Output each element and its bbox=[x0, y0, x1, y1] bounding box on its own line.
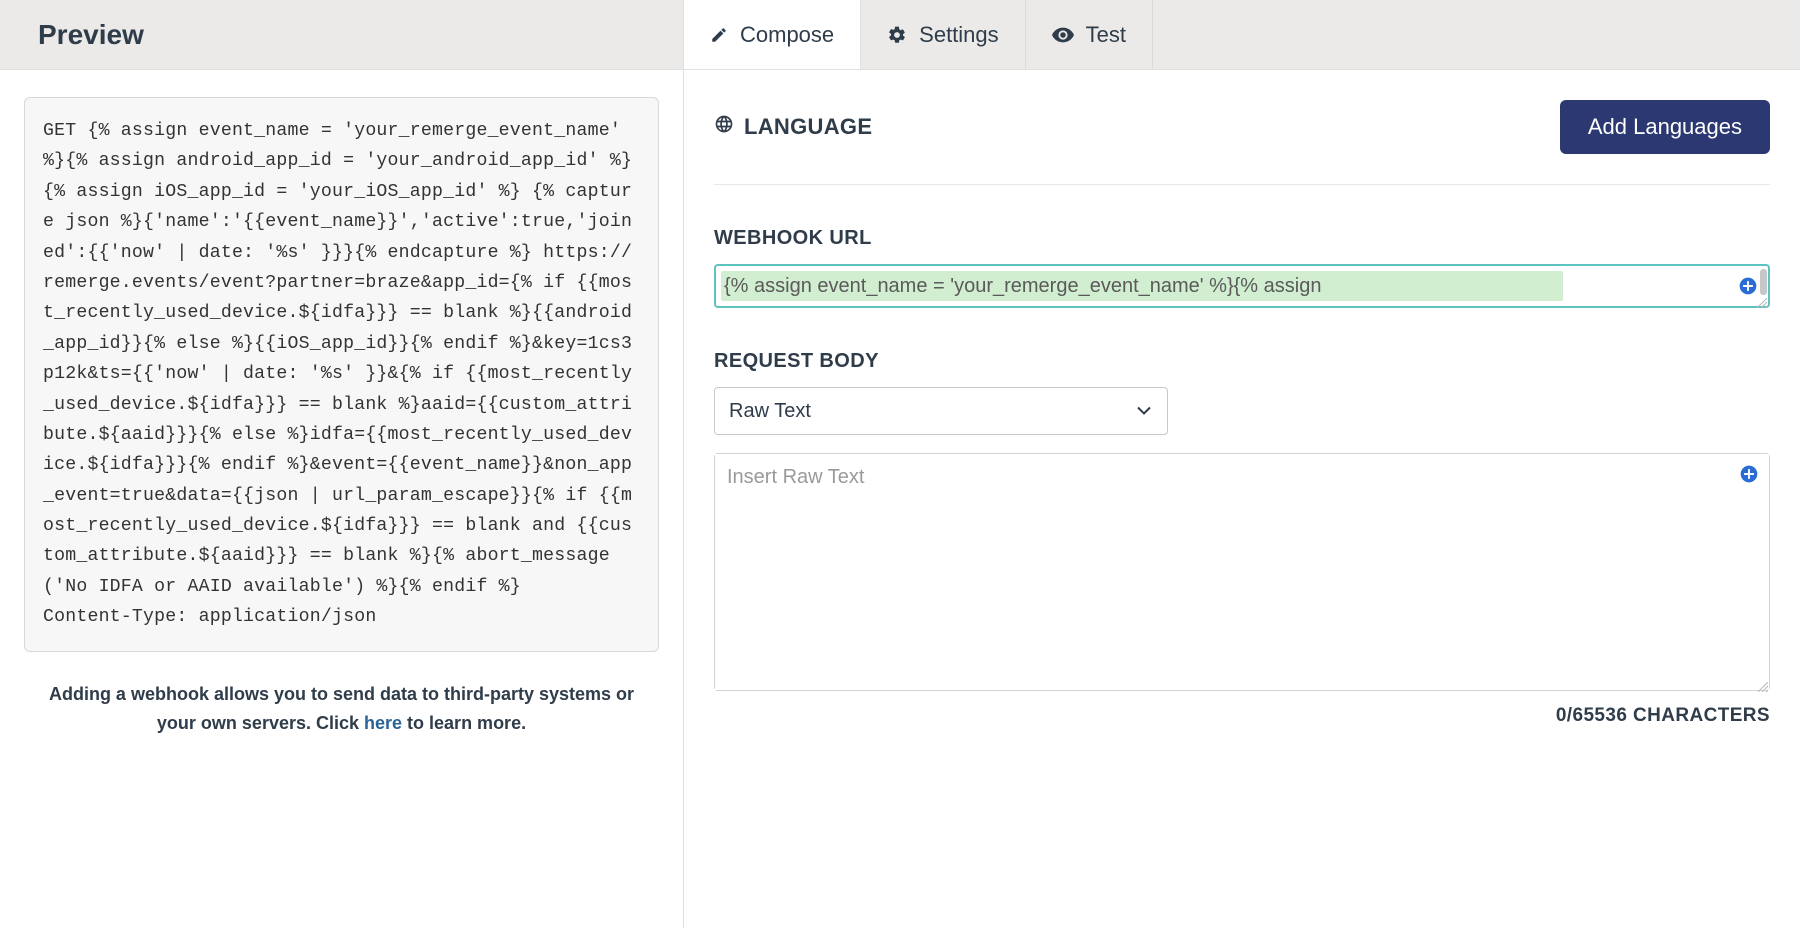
language-label: LANGUAGE bbox=[714, 114, 872, 140]
gear-icon bbox=[887, 25, 907, 45]
tab-test-label: Test bbox=[1086, 22, 1126, 48]
eye-icon bbox=[1052, 27, 1074, 43]
info-suffix: to learn more. bbox=[402, 713, 526, 733]
preview-title: Preview bbox=[38, 19, 144, 51]
webhook-url-input[interactable] bbox=[716, 266, 1768, 306]
request-body-select[interactable]: Raw Text bbox=[714, 387, 1168, 435]
scrollbar-thumb[interactable] bbox=[1760, 269, 1767, 295]
resize-handle[interactable] bbox=[1757, 295, 1767, 305]
request-body-textarea-wrap bbox=[714, 453, 1770, 691]
tab-settings-label: Settings bbox=[919, 22, 999, 48]
caret-down-icon bbox=[1137, 400, 1151, 423]
add-languages-button[interactable]: Add Languages bbox=[1560, 100, 1770, 154]
learn-more-link[interactable]: here bbox=[364, 713, 402, 733]
preview-code-box: GET {% assign event_name = 'your_remerge… bbox=[24, 97, 659, 652]
resize-handle[interactable] bbox=[1758, 679, 1768, 689]
request-body-textarea[interactable] bbox=[715, 454, 1769, 690]
request-body-select-value: Raw Text bbox=[729, 400, 811, 423]
globe-icon bbox=[714, 114, 734, 140]
tab-compose-label: Compose bbox=[740, 22, 834, 48]
editor-panel: Compose Settings Test bbox=[684, 0, 1800, 928]
tab-bar: Compose Settings Test bbox=[684, 0, 1800, 70]
webhook-url-input-wrap bbox=[714, 264, 1770, 308]
tabbar-fill bbox=[1153, 0, 1800, 69]
info-prefix: Adding a webhook allows you to send data… bbox=[49, 684, 634, 734]
preview-panel: Preview GET {% assign event_name = 'your… bbox=[0, 0, 684, 928]
pencil-icon bbox=[710, 26, 728, 44]
preview-info-text: Adding a webhook allows you to send data… bbox=[40, 680, 643, 739]
request-body-label: REQUEST BODY bbox=[714, 350, 1770, 373]
language-label-text: LANGUAGE bbox=[744, 114, 872, 140]
tab-test[interactable]: Test bbox=[1026, 0, 1153, 69]
preview-header: Preview bbox=[0, 0, 683, 70]
tab-compose[interactable]: Compose bbox=[684, 0, 861, 69]
character-count: 0/65536 CHARACTERS bbox=[714, 705, 1770, 727]
tab-settings[interactable]: Settings bbox=[861, 0, 1026, 69]
language-row: LANGUAGE Add Languages bbox=[714, 100, 1770, 185]
plus-circle-icon[interactable] bbox=[1739, 464, 1759, 484]
webhook-url-label: WEBHOOK URL bbox=[714, 227, 1770, 250]
plus-circle-icon[interactable] bbox=[1738, 276, 1758, 296]
